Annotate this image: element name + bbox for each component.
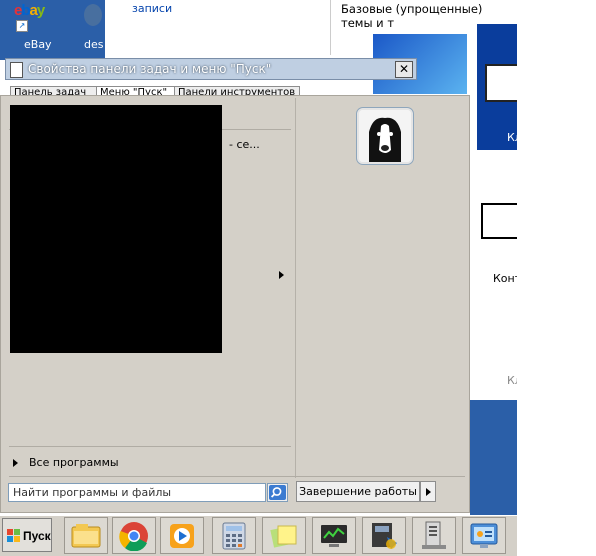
shutdown-button[interactable]: Завершение работы: [296, 481, 420, 502]
sticky-notes-icon: [270, 525, 297, 548]
windows-logo-icon: [7, 529, 20, 542]
divider: [9, 476, 465, 477]
triangle-right-icon: [426, 488, 431, 496]
user-avatar[interactable]: [357, 108, 413, 164]
search-button[interactable]: [267, 483, 288, 502]
desktop-area: ebay ↗ eBay des: [0, 0, 105, 60]
program-item-partial[interactable]: - се...: [229, 138, 260, 151]
all-programs-label: Все программы: [29, 456, 119, 469]
gear-icon: [84, 4, 102, 26]
explorer-icon: [71, 524, 101, 548]
empty-area: [517, 0, 596, 556]
ebay-icon: ebay: [14, 2, 45, 19]
taskbar-button-sticky-notes[interactable]: [262, 517, 306, 554]
dialog-title: Свойства панели задач и меню "Пуск": [28, 62, 272, 76]
network-monitor-icon: [321, 525, 347, 547]
shutdown-options-button[interactable]: [420, 481, 436, 502]
desktop-icon-des[interactable]: des: [78, 0, 105, 52]
server-icon: [422, 521, 446, 549]
desktop-icon-label: eBay: [24, 38, 52, 51]
submenu-arrow-icon: [279, 271, 284, 279]
media-player-icon: [170, 524, 194, 548]
system-tool-icon: [372, 523, 397, 549]
search-input[interactable]: Найти программы и файлы: [8, 483, 266, 502]
start-button[interactable]: Пуск: [2, 518, 52, 552]
desktop-icon-ebay[interactable]: ebay ↗ eBay: [14, 0, 58, 52]
control-panel-icon: [470, 523, 498, 548]
search-icon: [269, 485, 286, 500]
dialog-titlebar[interactable]: Свойства панели задач и меню "Пуск" ✕: [5, 58, 417, 80]
taskbar-button-network-monitor[interactable]: [312, 517, 356, 554]
window-frame-icon: [485, 64, 521, 102]
taskbar-button-server[interactable]: [412, 517, 456, 554]
all-programs-item[interactable]: Все программы: [9, 454, 289, 472]
desktop-background-strip: [470, 400, 517, 515]
taskbar-button-media-player[interactable]: [160, 517, 204, 554]
triangle-right-icon: [13, 459, 18, 467]
link-text[interactable]: записи: [132, 2, 172, 15]
taskbar-button-explorer[interactable]: [64, 517, 108, 554]
start-label: Пуск: [23, 529, 51, 543]
column-divider: [330, 0, 331, 55]
close-button[interactable]: ✕: [395, 61, 413, 78]
theme-thumbnail[interactable]: Кл: [477, 24, 522, 150]
dog-photo-icon: [359, 110, 411, 162]
window-icon: [10, 62, 23, 78]
chrome-icon: [119, 522, 148, 551]
desktop-icon-label: des: [84, 38, 104, 51]
divider: [9, 446, 291, 447]
redacted-region: [10, 105, 222, 353]
taskbar-button-calculator[interactable]: [212, 517, 256, 554]
taskbar-button-system-tool[interactable]: [362, 517, 406, 554]
calculator-icon: [222, 522, 246, 550]
taskbar-button-chrome[interactable]: [112, 517, 156, 554]
taskbar-button-control-panel[interactable]: [462, 517, 506, 554]
theme-thumbnail[interactable]: Конт: [477, 175, 523, 285]
shortcut-arrow-icon: ↗: [16, 20, 28, 32]
